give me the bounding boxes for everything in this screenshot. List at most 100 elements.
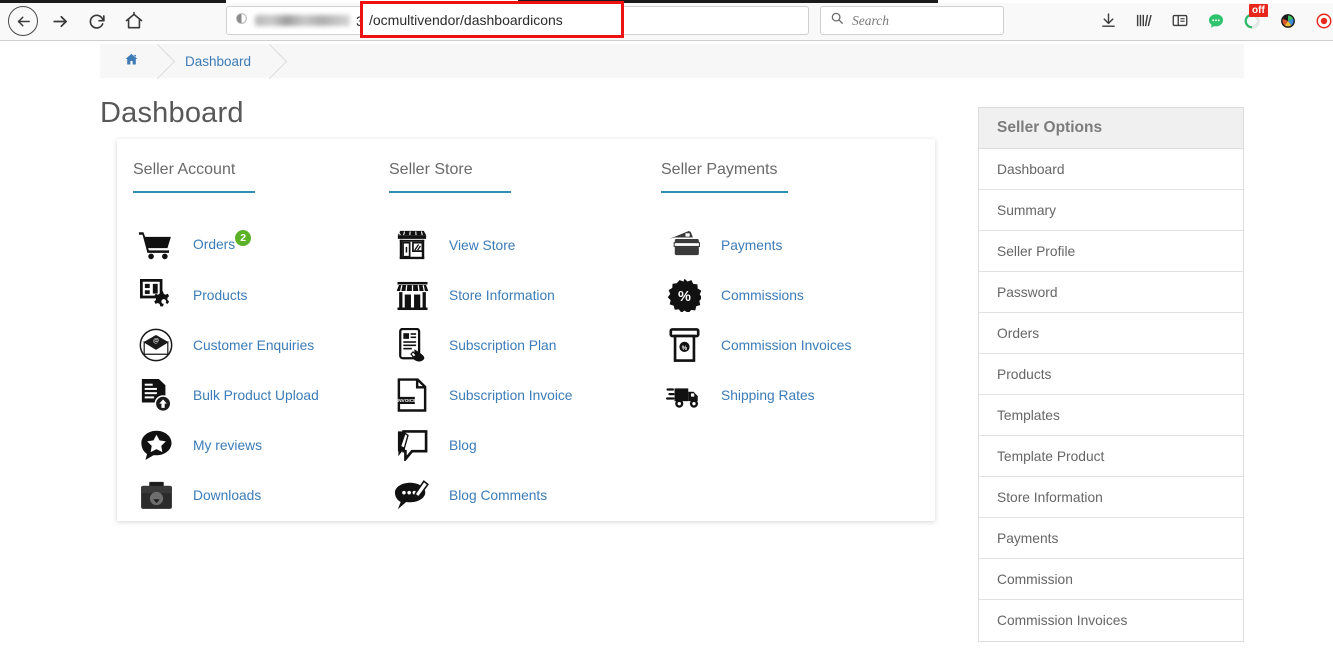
- star-chat-icon: [133, 424, 179, 466]
- credit-card-icon: [661, 224, 707, 266]
- reload-button[interactable]: [82, 6, 112, 36]
- url-bar[interactable]: 3 /ocmultivendor/dashboardicons: [226, 1, 809, 38]
- link-label[interactable]: My reviews: [193, 438, 262, 453]
- chat-icon[interactable]: [1204, 9, 1228, 33]
- link-row[interactable]: Subscription Plan: [389, 320, 661, 370]
- link-label[interactable]: Subscription Plan: [449, 338, 556, 353]
- receipt-percent-icon: %: [661, 324, 707, 366]
- breadcrumb-item-dashboard[interactable]: Dashboard: [161, 44, 273, 78]
- home-button[interactable]: [119, 6, 149, 36]
- sidebar-item-password[interactable]: Password: [979, 272, 1243, 313]
- sidebar-item-dashboard[interactable]: Dashboard: [979, 149, 1243, 190]
- delivery-truck-icon: [661, 374, 707, 416]
- link-row[interactable]: Store Information: [389, 270, 661, 320]
- seller-options-sidebar: Seller Options Dashboard Summary Seller …: [978, 107, 1244, 642]
- color-wheel-icon[interactable]: [1276, 9, 1300, 33]
- page-content: Dashboard Dashboard Seller Account Order…: [0, 41, 1333, 657]
- link-label[interactable]: Downloads: [193, 488, 261, 503]
- link-label[interactable]: View Store: [449, 238, 515, 253]
- link-label[interactable]: Subscription Invoice: [449, 388, 572, 403]
- back-button[interactable]: [8, 6, 38, 36]
- mobile-signup-icon: [389, 324, 435, 366]
- extension-icon[interactable]: off: [1240, 3, 1268, 33]
- link-label[interactable]: Commission Invoices: [721, 338, 851, 353]
- document-upload-icon: [133, 374, 179, 416]
- link-label[interactable]: Blog Comments: [449, 488, 547, 503]
- invoice-icon: INVOICE: [389, 374, 435, 416]
- link-row[interactable]: Products: [133, 270, 389, 320]
- link-label[interactable]: Bulk Product Upload: [193, 388, 319, 403]
- link-row[interactable]: Bulk Product Upload: [133, 370, 389, 420]
- page-title: Dashboard: [100, 97, 244, 129]
- link-label[interactable]: Customer Enquiries: [193, 338, 314, 353]
- link-row[interactable]: Blog Comments: [389, 470, 661, 520]
- link-label[interactable]: Payments: [721, 238, 782, 253]
- browser-toolbar-icons: off: [1096, 3, 1333, 37]
- svg-text:%: %: [678, 288, 691, 304]
- link-row[interactable]: Payments: [661, 220, 919, 270]
- forward-button[interactable]: [45, 6, 75, 36]
- svg-text:%: %: [681, 346, 687, 352]
- column-seller-store: Seller Store View Store Store Informatio…: [389, 161, 661, 520]
- url-highlight-box: /ocmultivendor/dashboardicons: [360, 1, 624, 38]
- search-placeholder: Search: [852, 12, 889, 28]
- breadcrumb-link-label[interactable]: Dashboard: [185, 54, 251, 69]
- record-icon[interactable]: [1312, 9, 1333, 33]
- blog-pencil-icon: [389, 424, 435, 466]
- sidebar-item-seller-profile[interactable]: Seller Profile: [979, 231, 1243, 272]
- library-icon[interactable]: [1132, 9, 1156, 33]
- svg-text:INVOICE: INVOICE: [397, 398, 416, 404]
- url-domain-blurred: [255, 15, 350, 26]
- home-icon: [124, 52, 139, 70]
- search-icon: [830, 11, 844, 30]
- email-at-icon: @: [133, 324, 179, 366]
- link-row[interactable]: View Store: [389, 220, 661, 270]
- link-row[interactable]: Blog: [389, 420, 661, 470]
- link-label[interactable]: Orders: [193, 237, 235, 252]
- sidebar-item-store-information[interactable]: Store Information: [979, 477, 1243, 518]
- sidebars-icon[interactable]: [1168, 9, 1192, 33]
- tab-strip: [0, 0, 1333, 3]
- sidebar-heading: Seller Options: [979, 108, 1243, 149]
- downloads-icon[interactable]: [1096, 9, 1120, 33]
- sidebar-item-template-product[interactable]: Template Product: [979, 436, 1243, 477]
- sidebar-item-orders[interactable]: Orders: [979, 313, 1243, 354]
- link-label[interactable]: Products: [193, 288, 247, 303]
- sidebar-item-commission-invoices[interactable]: Commission Invoices: [979, 600, 1243, 641]
- shop-awning-icon: [389, 274, 435, 316]
- tabstrip-segment: [938, 0, 1333, 3]
- products-gear-icon: [133, 274, 179, 316]
- link-row[interactable]: % Commissions: [661, 270, 919, 320]
- url-highlighted-path: /ocmultivendor/dashboardicons: [369, 11, 563, 28]
- percent-badge-icon: %: [661, 274, 707, 316]
- link-label[interactable]: Commissions: [721, 288, 804, 303]
- breadcrumb: Dashboard: [100, 44, 1244, 78]
- link-label[interactable]: Store Information: [449, 288, 555, 303]
- sidebar-item-commission[interactable]: Commission: [979, 559, 1243, 600]
- tabstrip-segment: [0, 0, 226, 3]
- extension-off-badge: off: [1249, 3, 1268, 17]
- sidebar-item-products[interactable]: Products: [979, 354, 1243, 395]
- breadcrumb-home[interactable]: [100, 44, 161, 78]
- column-seller-payments: Seller Payments Payments % Commissions %…: [661, 161, 919, 520]
- link-label[interactable]: Blog: [449, 438, 477, 453]
- link-row[interactable]: INVOICE Subscription Invoice: [389, 370, 661, 420]
- link-row[interactable]: Downloads: [133, 470, 389, 520]
- browser-toolbar: 3 /ocmultivendor/dashboardicons Search o…: [0, 0, 1333, 41]
- sidebar-item-summary[interactable]: Summary: [979, 190, 1243, 231]
- shopping-cart-icon: [133, 224, 179, 266]
- link-row[interactable]: Orders 2: [133, 220, 389, 270]
- link-row[interactable]: @ Customer Enquiries: [133, 320, 389, 370]
- sidebar-item-payments[interactable]: Payments: [979, 518, 1243, 559]
- search-bar[interactable]: Search: [820, 6, 1004, 35]
- column-heading: Seller Payments: [661, 161, 788, 193]
- orders-count-badge: 2: [235, 230, 252, 246]
- folder-download-icon: [133, 474, 179, 516]
- link-row[interactable]: % Commission Invoices: [661, 320, 919, 370]
- navigation-buttons: [8, 6, 149, 36]
- link-label[interactable]: Shipping Rates: [721, 388, 815, 403]
- sidebar-item-templates[interactable]: Templates: [979, 395, 1243, 436]
- link-row[interactable]: Shipping Rates: [661, 370, 919, 420]
- link-row[interactable]: My reviews: [133, 420, 389, 470]
- comment-pencil-icon: [389, 474, 435, 516]
